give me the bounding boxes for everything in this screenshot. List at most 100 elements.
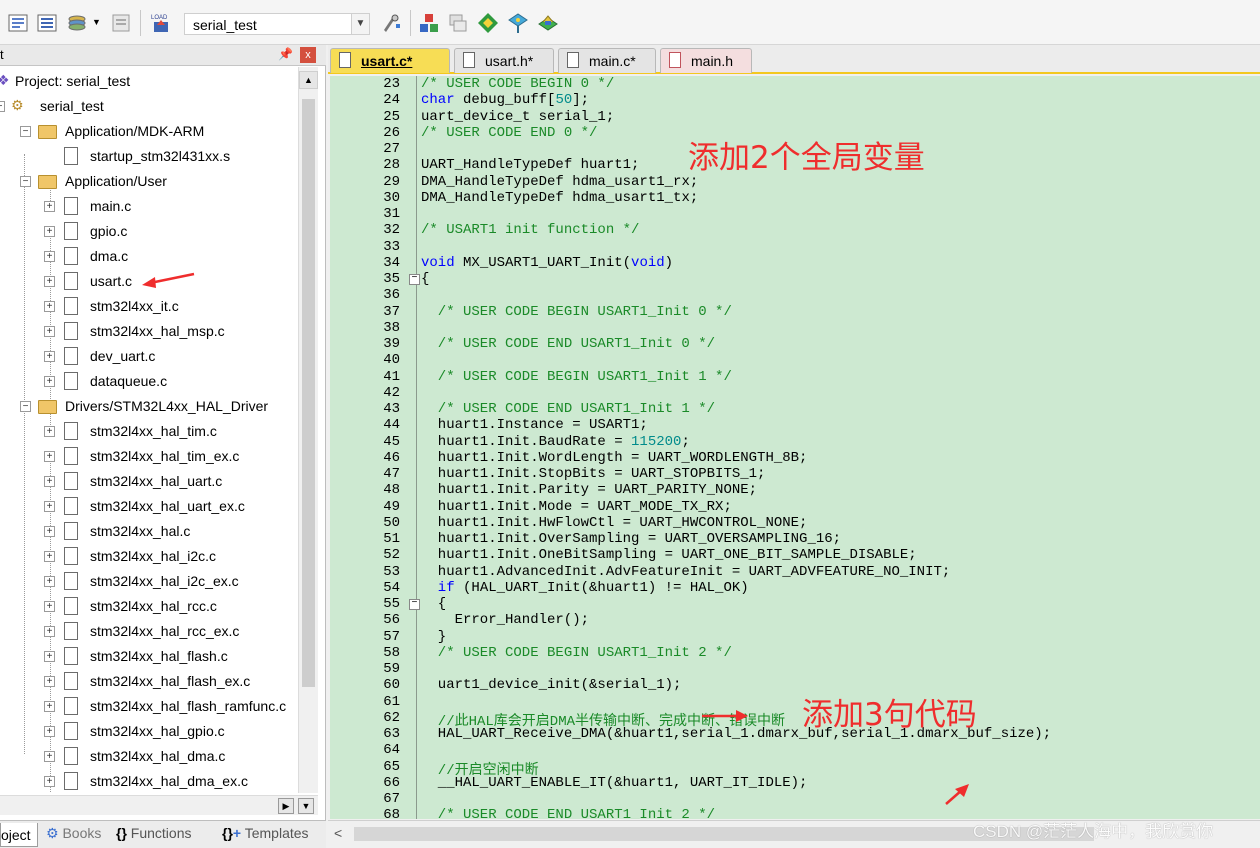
project-panel-title: t — [0, 47, 4, 62]
collapse-icon[interactable]: − — [20, 176, 31, 187]
expand-icon[interactable]: + — [44, 526, 55, 537]
file-icon — [64, 372, 78, 390]
close-icon[interactable]: x — [300, 47, 316, 63]
pack-installer-icon[interactable] — [447, 12, 469, 34]
tree-vertical-scrollbar[interactable]: ▲ — [298, 67, 318, 793]
expand-icon[interactable]: + — [44, 676, 55, 687]
tree-item-label: stm32l4xx_hal_flash_ramfunc.c — [90, 698, 287, 714]
pin-icon[interactable]: 📌 — [278, 47, 293, 61]
tab-functions[interactable]: {} Functions — [116, 825, 192, 847]
expand-icon[interactable]: + — [44, 251, 55, 262]
scroll-down-icon[interactable]: ▼ — [298, 798, 314, 814]
target-select[interactable]: serial_test ▼ — [184, 13, 370, 35]
expand-icon[interactable]: + — [44, 426, 55, 437]
scroll-thumb[interactable] — [302, 99, 315, 687]
manage-components-icon[interactable] — [418, 12, 440, 34]
file-icon — [64, 572, 78, 590]
expand-icon[interactable]: + — [44, 751, 55, 762]
batch-build-icon[interactable] — [110, 12, 132, 34]
select-packs-icon[interactable] — [477, 12, 499, 34]
collapse-icon[interactable]: − — [0, 101, 5, 112]
tab-templates[interactable]: {}+ Templates — [222, 825, 309, 847]
tree-item-label: dma.c — [90, 248, 129, 264]
expand-icon[interactable]: + — [44, 351, 55, 362]
expand-icon[interactable]: + — [44, 626, 55, 637]
fold-toggle-icon[interactable]: − — [409, 599, 420, 610]
code-editor[interactable]: 23 24 25 26 27 28 29 30 31 32 33 34 35 36 37 38 39 40 41 42… — [330, 76, 1260, 819]
code-line: /* USER CODE BEGIN USART1_Init 1 */ — [437, 368, 732, 385]
line-number: 63 — [383, 726, 400, 742]
tab-project[interactable]: oject — [0, 823, 38, 847]
tree-item-label: stm32l4xx_hal_uart_ex.c — [90, 498, 245, 514]
code-line: huart1.Init.HwFlowCtl = UART_HWCONTROL_N… — [437, 514, 808, 531]
expand-icon[interactable]: + — [44, 651, 55, 662]
rebuild-icon[interactable] — [66, 12, 88, 34]
fold-margin — [416, 76, 417, 819]
code-line: /* USER CODE END USART1_Init 1 */ — [437, 401, 716, 417]
tab-usart-c[interactable]: usart.c* — [330, 48, 450, 73]
line-number: 43 — [383, 401, 400, 417]
project-panel-titlebar: t 📌 x — [0, 45, 326, 66]
scroll-up-icon[interactable]: ▲ — [299, 71, 318, 89]
scroll-right-icon[interactable]: ▶ — [278, 798, 294, 814]
event-recorder-icon[interactable] — [507, 12, 529, 34]
line-number: 38 — [383, 319, 400, 336]
code-line: /* USART1 init function */ — [421, 222, 640, 239]
tree-item-label: stm32l4xx_hal_i2c_ex.c — [90, 573, 239, 589]
tree-item-label: stm32l4xx_hal_dma_ex.c — [90, 773, 248, 789]
build-dropdown-icon[interactable]: ▼ — [92, 17, 101, 27]
expand-icon[interactable]: + — [44, 601, 55, 612]
tree-item-label: stm32l4xx_hal_flash.c — [90, 648, 228, 664]
expand-icon[interactable]: + — [44, 376, 55, 387]
build-icon[interactable] — [36, 12, 58, 34]
expand-icon[interactable]: + — [44, 501, 55, 512]
expand-icon[interactable]: + — [44, 726, 55, 737]
line-number: 45 — [383, 433, 400, 450]
expand-icon[interactable]: + — [44, 301, 55, 312]
line-number: 61 — [383, 693, 400, 710]
expand-icon[interactable]: + — [44, 326, 55, 337]
code-line: UART_HandleTypeDef huart1; — [421, 157, 640, 174]
tab-main-c[interactable]: main.c* — [558, 48, 656, 73]
expand-icon[interactable]: + — [44, 476, 55, 487]
arrow-icon — [702, 710, 748, 722]
fold-toggle-icon[interactable]: − — [409, 274, 420, 285]
expand-icon[interactable]: + — [44, 226, 55, 237]
scroll-left-icon[interactable]: < — [334, 825, 342, 841]
file-icon — [64, 497, 78, 515]
tab-main-h[interactable]: main.h — [660, 48, 752, 73]
line-number: 42 — [383, 384, 400, 401]
collapse-icon[interactable]: − — [20, 401, 31, 412]
expand-icon[interactable]: + — [44, 776, 55, 787]
expand-icon[interactable]: + — [44, 276, 55, 287]
chevron-down-icon[interactable]: ▼ — [351, 14, 369, 34]
tree-item-label: serial_test — [40, 98, 104, 114]
collapse-icon[interactable]: − — [20, 126, 31, 137]
expand-icon[interactable]: + — [44, 201, 55, 212]
load-icon[interactable]: LOAD — [150, 12, 172, 34]
tree-item-label: stm32l4xx_hal_tim.c — [90, 423, 217, 439]
tab-usart-h[interactable]: usart.h* — [454, 48, 554, 73]
file-icon — [64, 722, 78, 740]
translate-icon[interactable] — [7, 12, 29, 34]
tree-item-label: stm32l4xx_hal_rcc.c — [90, 598, 217, 614]
tree-horizontal-scrollbar[interactable]: ▶ ▼ — [0, 795, 318, 815]
expand-icon[interactable]: + — [44, 551, 55, 562]
tree-item-label: stm32l4xx_hal_i2c.c — [90, 548, 217, 564]
code-line: /* USER CODE END USART1_Init 0 */ — [437, 336, 716, 352]
line-number: 58 — [383, 644, 400, 661]
rte-icon[interactable] — [537, 12, 559, 34]
code-line: huart1.Init.OverSampling = UART_OVERSAMP… — [437, 531, 842, 547]
code-line: huart1.AdvancedInit.AdvFeatureInit = UAR… — [437, 563, 951, 580]
expand-icon[interactable]: + — [44, 576, 55, 587]
expand-icon[interactable]: + — [44, 451, 55, 462]
tree-item-label: gpio.c — [90, 223, 128, 239]
tree-item-label: Drivers/STM32L4xx_HAL_Driver — [65, 398, 269, 414]
expand-icon[interactable]: + — [44, 701, 55, 712]
tab-books[interactable]: ⚙ Books — [46, 825, 101, 847]
code-line: huart1.Init.Mode = UART_MODE_TX_RX; — [437, 498, 732, 515]
line-number: 49 — [383, 498, 400, 515]
options-icon[interactable] — [380, 12, 402, 34]
file-icon — [463, 52, 475, 68]
code-line: DMA_HandleTypeDef hdma_usart1_tx; — [421, 189, 699, 206]
